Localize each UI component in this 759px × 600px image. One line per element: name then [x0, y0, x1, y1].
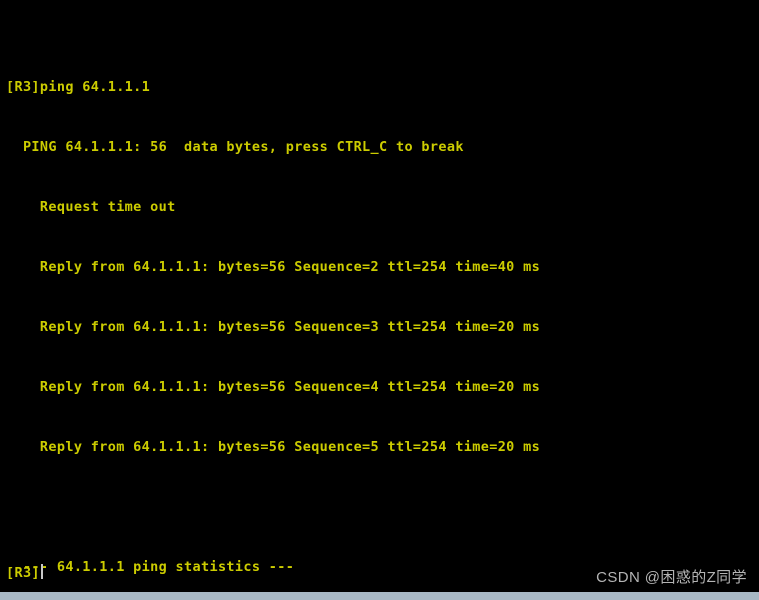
window-bottom-border	[0, 592, 759, 600]
console-line: Reply from 64.1.1.1: bytes=56 Sequence=3…	[6, 319, 541, 335]
console-line: PING 64.1.1.1: 56 data bytes, press CTRL…	[6, 139, 464, 155]
console-line-clipped	[6, 31, 540, 37]
csdn-watermark: CSDN @困惑的Z同学	[596, 569, 747, 586]
prompt-label: [R3]	[6, 565, 40, 581]
terminal-window[interactable]: [R3]ping 64.1.1.1 PING 64.1.1.1: 56 data…	[0, 0, 759, 600]
terminal-screen[interactable]: [R3]ping 64.1.1.1 PING 64.1.1.1: 56 data…	[0, 0, 759, 592]
console-line: Request time out	[6, 199, 176, 215]
console-output: [R3]ping 64.1.1.1 PING 64.1.1.1: 56 data…	[6, 0, 540, 592]
console-line: --- 64.1.1.1 ping statistics ---	[6, 559, 295, 575]
console-line: [R3]ping 64.1.1.1	[6, 79, 151, 95]
command-prompt-line[interactable]: [R3]	[6, 563, 43, 583]
console-line: Reply from 64.1.1.1: bytes=56 Sequence=4…	[6, 379, 541, 395]
text-cursor-icon	[40, 564, 43, 579]
console-line: Reply from 64.1.1.1: bytes=56 Sequence=5…	[6, 439, 541, 455]
console-line: Reply from 64.1.1.1: bytes=56 Sequence=2…	[6, 259, 541, 275]
